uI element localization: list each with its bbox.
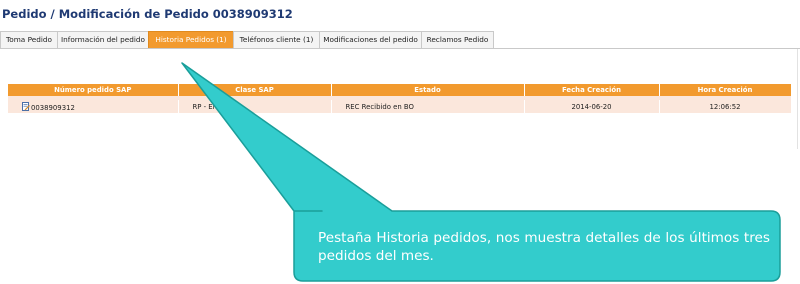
callout-text: Pestaña Historia pedidos, nos muestra de… — [318, 230, 770, 264]
